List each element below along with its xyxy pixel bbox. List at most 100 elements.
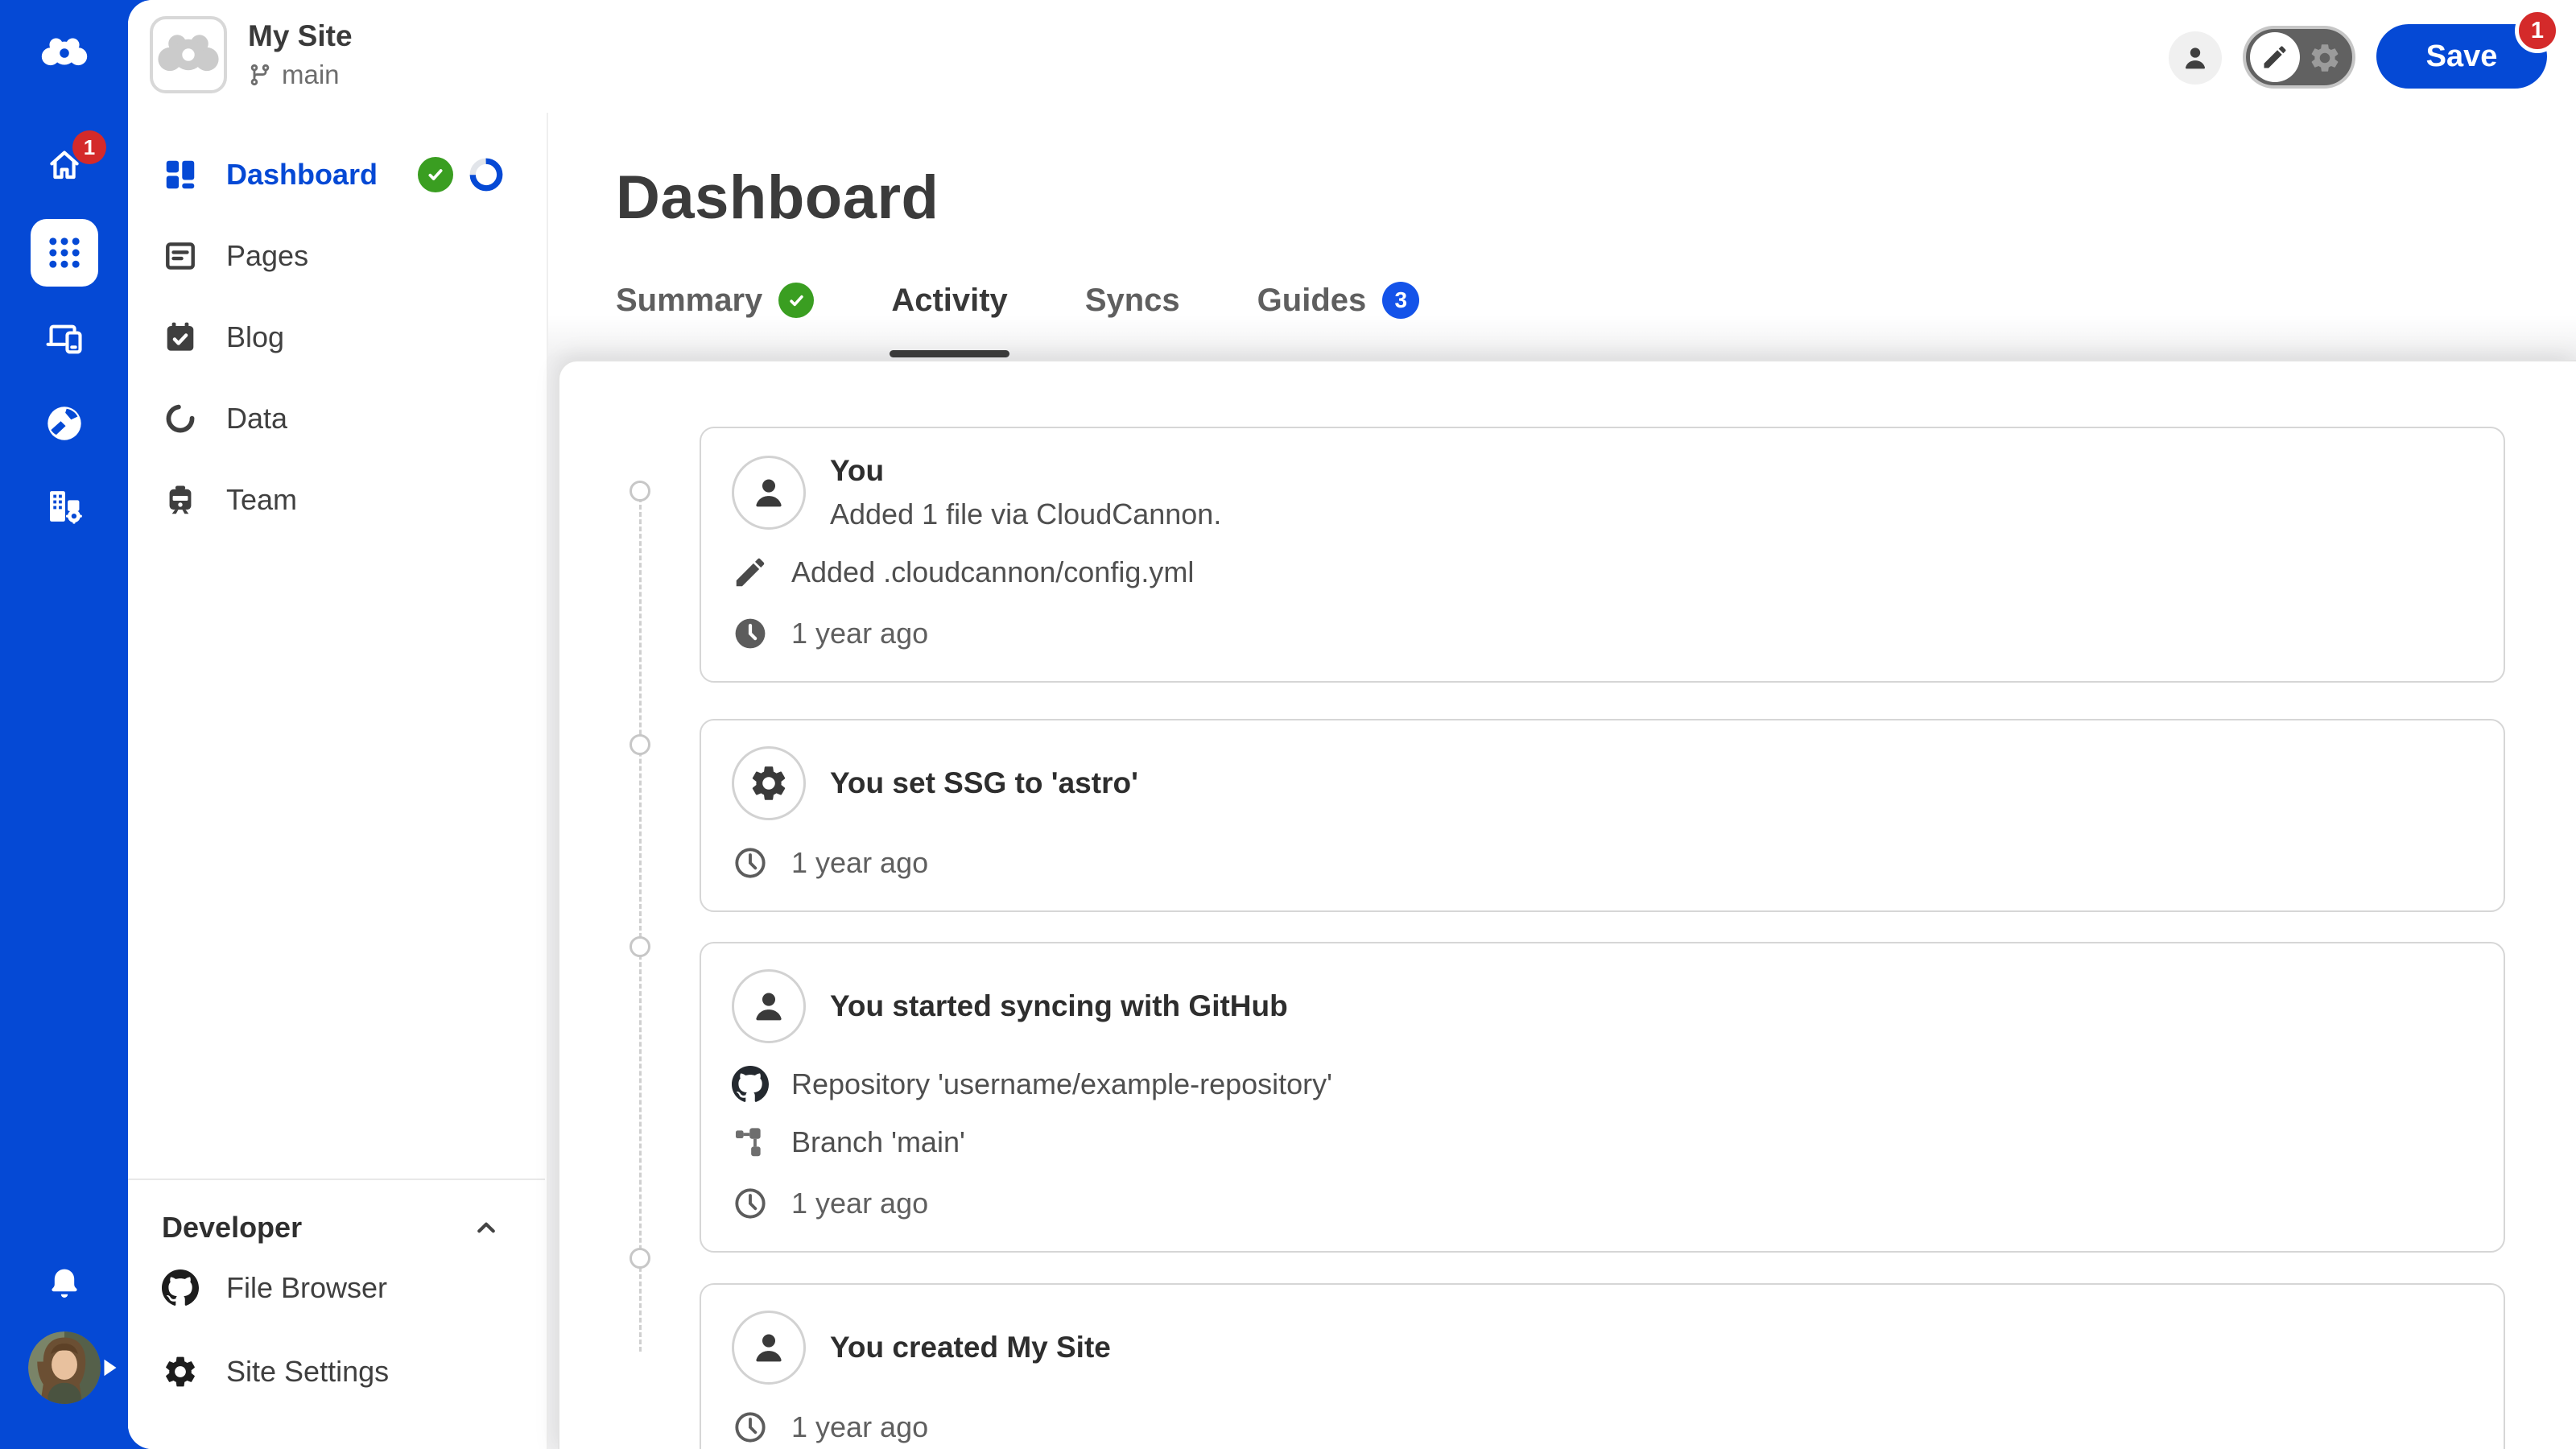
sidebar-item-dashboard[interactable]: Dashboard [128, 134, 547, 215]
pencil-icon [2260, 43, 2289, 72]
timeline-node [630, 936, 650, 957]
card-avatar [732, 1311, 806, 1385]
card-detail-row: Repository 'username/example-repository' [732, 1066, 2471, 1103]
tab-label: Syncs [1084, 282, 1180, 318]
site-thumbnail[interactable] [150, 16, 227, 93]
github-icon [162, 1269, 199, 1307]
card-title: You created My Site [830, 1331, 1111, 1364]
developer-item-label: Site Settings [226, 1355, 390, 1388]
card-title: You [830, 454, 885, 487]
card-subtitle: Added 1 file via CloudCannon. [830, 497, 1222, 530]
activity-card: You Added 1 file via CloudCannon. Added .c… [700, 427, 2505, 683]
tab-label: Summary [616, 282, 763, 318]
card-head: You started syncing with GitHub [732, 969, 2471, 1043]
sidebar-nav: Dashboard Pages Blog Data Team [128, 113, 547, 540]
check-icon [786, 290, 807, 312]
data-icon [162, 400, 199, 437]
check-icon [424, 163, 447, 186]
apps-grid-button[interactable] [30, 219, 98, 287]
tab-syncs[interactable]: Syncs [1085, 283, 1180, 319]
sidebar-item-pages[interactable]: Pages [128, 215, 547, 296]
tab-bar: Summary Activity Syncs Guides 3 [616, 272, 1420, 357]
dashboard-status [418, 156, 505, 193]
card-time: 1 year ago [791, 846, 929, 879]
card-details: Repository 'username/example-repository'… [732, 1066, 2471, 1161]
gear-icon [162, 1353, 199, 1390]
globe-icon[interactable] [43, 402, 86, 445]
git-branch-icon [248, 63, 272, 87]
site-info: My Site main [150, 16, 353, 93]
detail-text: Added .cloudcannon/config.yml [791, 555, 1195, 588]
organization-icon[interactable] [43, 485, 86, 528]
edit-settings-toggle[interactable] [2243, 26, 2355, 89]
developer-section-header[interactable]: Developer [162, 1211, 511, 1245]
app-surface: My Site main Save 1 Dashboard Pages Blog Da… [128, 0, 2576, 1449]
tab-summary[interactable]: Summary [616, 282, 815, 319]
card-avatar [732, 456, 806, 530]
branch-name: main [282, 60, 340, 89]
devices-icon[interactable] [43, 317, 85, 359]
developer-title: Developer [162, 1211, 303, 1244]
gear-icon [748, 762, 790, 804]
toggle-knob [2250, 32, 2300, 82]
card-time: 1 year ago [791, 617, 929, 650]
card-avatar [732, 969, 806, 1043]
sidebar-item-label: Dashboard [226, 157, 378, 191]
app-rail: 1 [0, 0, 128, 1449]
developer-item-site-settings[interactable]: Site Settings [162, 1331, 511, 1412]
activity-card: You created My Site 1 year ago [700, 1283, 2505, 1449]
expand-arrow-icon[interactable] [93, 1352, 124, 1383]
clock-filled-icon [732, 615, 769, 652]
save-count-badge: 1 [2515, 8, 2560, 53]
activity-panel: You Added 1 file via CloudCannon. Added .c… [558, 360, 2576, 1449]
branch-squares-icon [732, 1124, 769, 1161]
tab-activity[interactable]: Activity [890, 282, 1009, 357]
clock-icon [732, 844, 769, 881]
card-time-row: 1 year ago [732, 1409, 2471, 1446]
card-head: You Added 1 file via CloudCannon. [732, 454, 2471, 531]
developer-item-file-browser[interactable]: File Browser [162, 1248, 511, 1328]
check-badge [418, 156, 453, 192]
page-title: Dashboard [616, 163, 939, 232]
sidebar: Dashboard Pages Blog Data Team Developer Fil… [128, 113, 548, 1449]
card-head: You created My Site [732, 1311, 2471, 1385]
card-detail-row: Added .cloudcannon/config.yml [732, 554, 2471, 591]
card-detail-row: Branch 'main' [732, 1124, 2471, 1161]
sidebar-item-data[interactable]: Data [128, 378, 547, 459]
user-avatar[interactable] [27, 1331, 101, 1404]
app-header: My Site main Save 1 [128, 0, 2576, 113]
pencil-icon [732, 554, 769, 591]
apps-grid-icon [44, 233, 85, 273]
timeline-node [630, 481, 650, 502]
timeline-node [630, 1248, 650, 1269]
tab-label: Activity [891, 282, 1008, 318]
card-title: You started syncing with GitHub [830, 989, 1288, 1022]
sidebar-item-team[interactable]: Team [128, 459, 547, 540]
site-branch: main [248, 60, 353, 90]
sidebar-item-blog[interactable]: Blog [128, 296, 547, 378]
card-time-row: 1 year ago [732, 615, 2471, 652]
dashboard-icon [162, 156, 199, 193]
detail-text: Repository 'username/example-repository' [791, 1067, 1333, 1100]
cloudcannon-logo-icon[interactable] [38, 27, 91, 80]
account-button[interactable] [2169, 31, 2222, 85]
tab-check-badge [778, 283, 815, 318]
chevron-up-icon [471, 1212, 502, 1243]
tab-guides[interactable]: Guides 3 [1257, 282, 1420, 319]
sidebar-item-label: Pages [226, 238, 309, 272]
user-icon [748, 1327, 790, 1368]
header-actions: Save 1 [2169, 8, 2560, 89]
tab-count-badge: 3 [1382, 282, 1420, 319]
tab-label: Guides [1257, 282, 1367, 318]
card-time: 1 year ago [791, 1187, 929, 1220]
card-time: 1 year ago [791, 1410, 929, 1443]
bell-icon[interactable] [45, 1265, 84, 1303]
home-notification-badge: 1 [72, 130, 106, 164]
developer-item-label: File Browser [226, 1271, 388, 1304]
activity-cards: You Added 1 file via CloudCannon. Added .c… [700, 361, 2505, 1449]
timeline-node [630, 734, 650, 755]
detail-text: Branch 'main' [791, 1125, 965, 1158]
developer-section: Developer File Browser Site Settings [128, 1179, 545, 1449]
save-button[interactable]: Save 1 [2376, 8, 2560, 89]
card-avatar [732, 746, 806, 820]
